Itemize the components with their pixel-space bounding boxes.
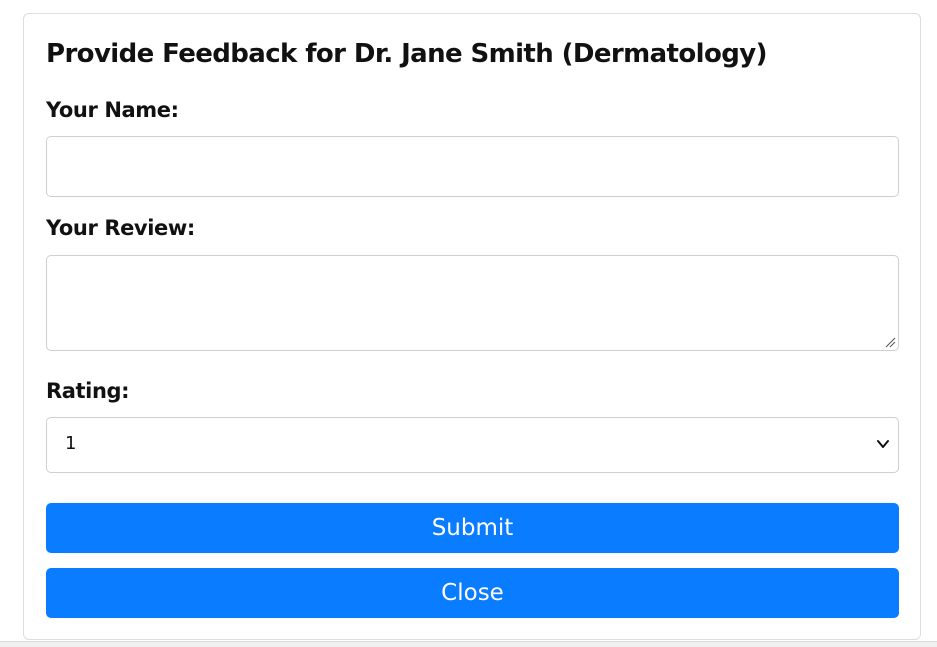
- chevron-down-icon: [877, 440, 889, 448]
- close-button[interactable]: Close: [46, 568, 899, 618]
- rating-selected-value: 1: [65, 433, 77, 454]
- form-title: Provide Feedback for Dr. Jane Smith (Der…: [46, 39, 767, 69]
- review-textarea[interactable]: [46, 255, 899, 351]
- page-bottom-edge: [0, 641, 937, 647]
- rating-select[interactable]: 1: [46, 417, 899, 473]
- submit-button[interactable]: Submit: [46, 503, 899, 553]
- resize-handle-icon[interactable]: [884, 336, 896, 348]
- rating-label: Rating:: [46, 379, 130, 403]
- feedback-form-card: Provide Feedback for Dr. Jane Smith (Der…: [23, 13, 921, 640]
- name-label: Your Name:: [46, 98, 179, 122]
- review-label: Your Review:: [46, 216, 195, 240]
- name-input[interactable]: [46, 136, 899, 197]
